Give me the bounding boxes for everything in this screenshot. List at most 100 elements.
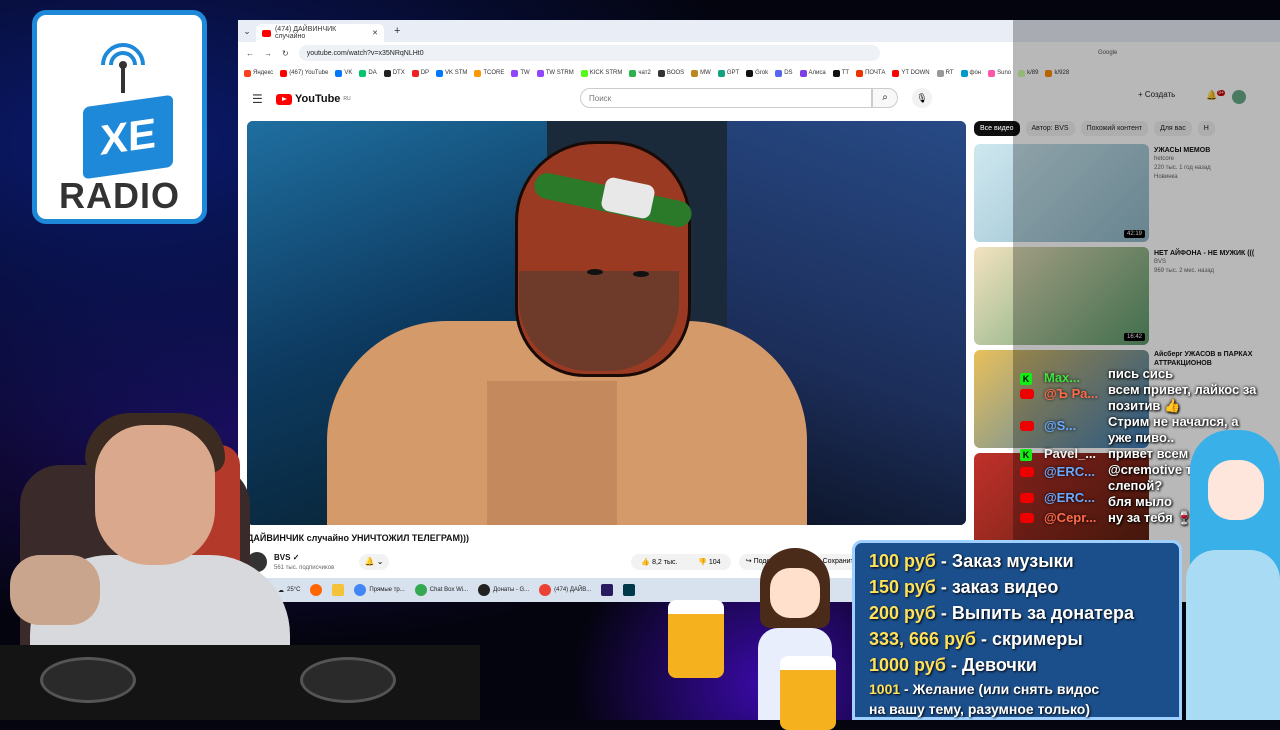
bookmark-label: VK	[344, 70, 353, 76]
bookmark-icon	[511, 69, 519, 77]
search-placeholder: Поиск	[589, 93, 612, 103]
bookmark-item[interactable]: ПОЧТА	[856, 69, 886, 77]
search-input[interactable]: Поиск	[580, 88, 872, 108]
new-tab-icon[interactable]: +	[394, 25, 400, 37]
bookmark-icon	[629, 69, 637, 77]
bookmark-item[interactable]: TW STRM	[536, 69, 574, 77]
bookmark-item[interactable]: KICK STRM	[580, 69, 622, 77]
bookmark-label: GPT	[726, 70, 740, 76]
vtuber-avatar	[1180, 420, 1280, 720]
bookmark-label: YT DOWN	[901, 70, 930, 76]
donation-line: на вашу тему, разумное только)	[869, 701, 1090, 717]
chat-message: слепой?	[1108, 478, 1163, 493]
youtube-icon	[1020, 513, 1034, 523]
bookmark-icon	[799, 69, 807, 77]
donation-label: Заказ музыки	[951, 551, 1074, 571]
dj-controller	[0, 645, 480, 720]
dj-platter-left	[40, 657, 136, 703]
bookmark-label: Grok	[755, 70, 769, 76]
video-player[interactable]	[247, 121, 966, 525]
bookmark-item[interactable]: (467) YouTube	[280, 69, 329, 77]
url-field[interactable]: youtube.com/watch?v=x35NRqNLHt0	[298, 45, 880, 61]
bookmark-icon	[335, 69, 343, 77]
bookmark-label: (467) YouTube	[289, 70, 329, 76]
bookmark-label: DTX	[392, 70, 405, 76]
back-icon[interactable]: ←	[246, 49, 254, 58]
anime-face	[770, 568, 820, 618]
active-tab[interactable]: (474) ДАЙВИНЧИК случайно ✕	[256, 24, 384, 42]
bookmark-item[interactable]: Grok	[746, 69, 769, 77]
firefox-icon[interactable]	[310, 584, 323, 596]
folder-icon[interactable]	[332, 584, 345, 596]
bookmark-item[interactable]: DP	[411, 69, 429, 77]
dj-platter-right	[300, 657, 396, 703]
bookmark-item[interactable]: Suno	[988, 69, 1011, 77]
bookmark-icon	[832, 69, 840, 77]
bookmark-label: DS	[784, 70, 793, 76]
donation-line: 100 руб - Заказ музыки	[869, 551, 1074, 572]
bookmark-item[interactable]: TT	[832, 69, 849, 77]
taskbar-item[interactable]: Chat Box Wi...	[414, 584, 468, 596]
bookmark-item[interactable]: Алиса	[799, 69, 826, 77]
bookmark-item[interactable]: TW	[511, 69, 530, 77]
tab-list-icon[interactable]: ⌄	[238, 26, 256, 37]
donation-label: на вашу тему, разумное только)	[869, 701, 1090, 717]
video-character-eye-left	[587, 269, 603, 275]
search-icon[interactable]: ⌕	[872, 88, 898, 108]
bookmark-label: ПОЧТА	[865, 70, 886, 76]
bookmark-item[interactable]: GPT	[717, 69, 740, 77]
vtuber-dress	[1186, 550, 1280, 720]
reload-icon[interactable]: ↻	[282, 49, 289, 58]
donation-price: 100 руб	[869, 551, 936, 571]
donation-separator: -	[945, 655, 962, 675]
bookmark-item[interactable]: фон	[960, 69, 981, 77]
taskbar-item[interactable]: Донаты - G...	[478, 584, 529, 596]
vtuber-face	[1208, 460, 1264, 520]
bookmark-icon	[383, 69, 391, 77]
chat-username: Max...	[1044, 370, 1081, 385]
bookmark-label: Алиса	[808, 70, 826, 76]
region-label: RU	[343, 96, 351, 102]
bookmark-item[interactable]: TCORE	[474, 69, 504, 77]
donation-label: Девочки	[961, 655, 1037, 675]
mic-icon[interactable]: 🎙	[912, 88, 932, 108]
bookmark-label: VK STM	[445, 70, 468, 76]
dislike-button[interactable]: 👎 104	[698, 558, 720, 566]
like-dislike-group: 👍 8,2 тыс. 👎 104	[631, 554, 731, 570]
bookmark-item[interactable]: DA	[359, 69, 377, 77]
chat-username: Pavel_...	[1044, 446, 1097, 461]
bookmark-item[interactable]: чат2	[629, 69, 651, 77]
menu-icon[interactable]: ☰	[252, 92, 276, 106]
donation-label: Выпить за донатера	[951, 603, 1134, 623]
donation-label: заказ видео	[951, 577, 1059, 597]
donation-separator: -	[935, 577, 952, 597]
youtube-logo[interactable]: YouTube RU	[276, 93, 351, 105]
bookmark-item[interactable]: BOOS	[657, 69, 684, 77]
bookmark-item[interactable]: DS	[775, 69, 793, 77]
bookmark-item[interactable]: VK	[335, 69, 353, 77]
xe-badge: XE	[83, 94, 173, 180]
kick-icon: K	[1020, 373, 1032, 385]
taskbar-item[interactable]: (474) ДАЙВ...	[539, 584, 591, 596]
bookmark-item[interactable]: MW	[691, 69, 711, 77]
bookmark-icon	[280, 69, 288, 77]
subscription-bell-button[interactable]: 🔔 ⌄	[359, 554, 389, 570]
bookmark-item[interactable]: DTX	[383, 69, 405, 77]
streamer-hand	[10, 555, 100, 625]
premiere-icon[interactable]	[601, 584, 614, 596]
forward-icon[interactable]: →	[264, 49, 272, 58]
taskbar-item[interactable]: Прямые тр...	[354, 584, 405, 596]
youtube-icon	[1020, 467, 1034, 477]
audition-icon[interactable]	[623, 584, 636, 596]
bookmark-icon	[717, 69, 725, 77]
bookmark-item[interactable]: VK STM	[436, 69, 468, 77]
video-character-eye-right	[633, 271, 649, 277]
like-button[interactable]: 👍 8,2 тыс.	[641, 558, 677, 566]
tab-close-icon[interactable]: ✕	[372, 29, 378, 37]
chat-username: @ERC...	[1044, 490, 1095, 505]
kick-icon: K	[1020, 449, 1032, 461]
bookmark-label: RT	[945, 70, 954, 76]
bookmark-item[interactable]: RT	[936, 69, 954, 77]
bookmark-item[interactable]: YT DOWN	[892, 69, 930, 77]
bookmark-item[interactable]: Яндекс	[244, 69, 273, 77]
